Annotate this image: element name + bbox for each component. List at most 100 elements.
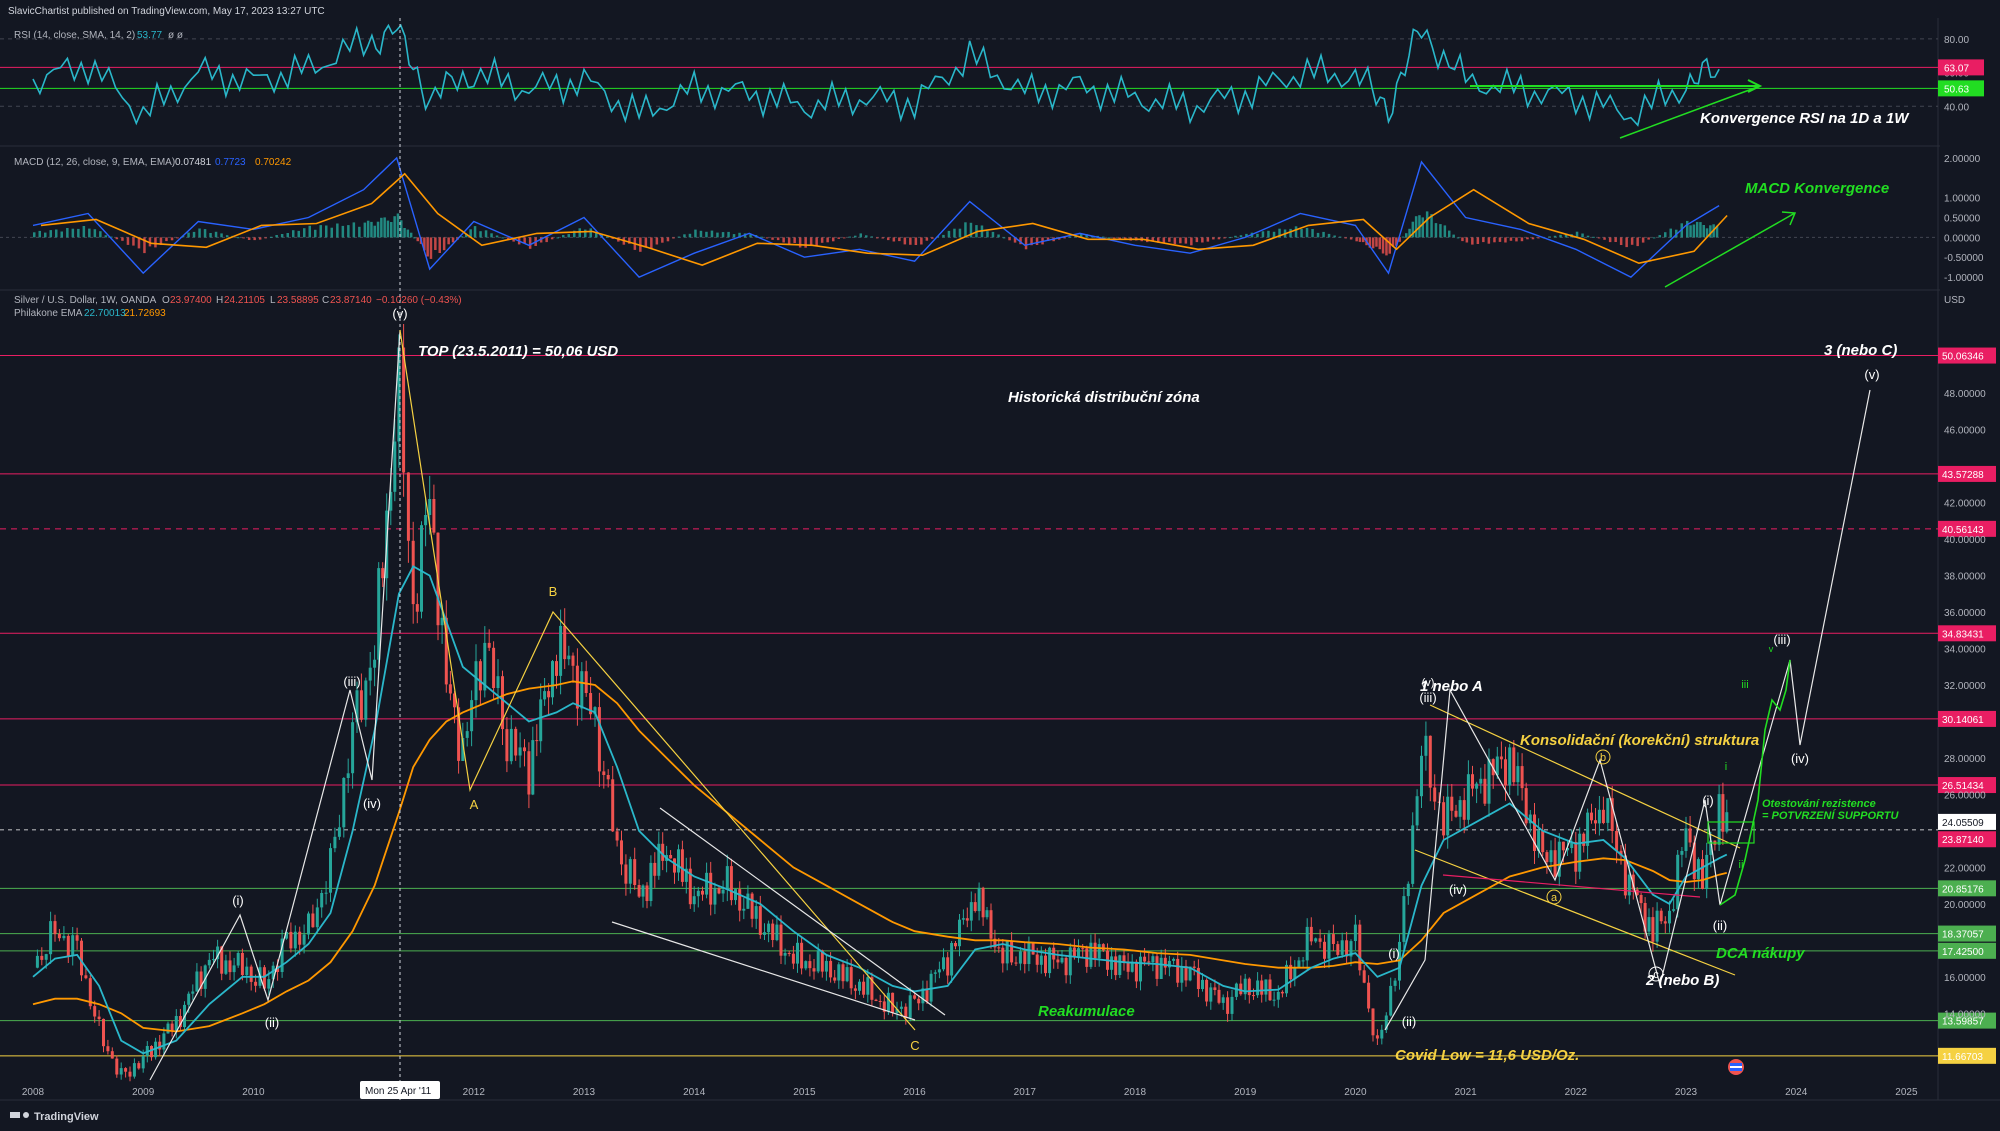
price-candle-body <box>1230 996 1234 1014</box>
macd-histogram-bar <box>826 237 829 243</box>
wave-label-iii-2020: (iii) <box>1419 690 1436 705</box>
price-candle-body <box>1064 957 1068 976</box>
macd-histogram-bar <box>1168 237 1171 242</box>
macd-histogram-bar <box>1371 237 1375 249</box>
price-axis-tick: 38.00000 <box>1944 572 1986 583</box>
wave-label-green-ii: ii <box>1739 859 1744 871</box>
price-candle-body <box>1402 896 1406 942</box>
price-candle-body <box>1446 796 1450 836</box>
level-label: 43.57288 <box>1942 470 1984 481</box>
macd-histogram-bar <box>1101 236 1105 238</box>
wave-label-ii-2020: (ii) <box>1402 1014 1416 1029</box>
macd-tick-label: 1.00000 <box>1944 194 1981 205</box>
macd-histogram-bar <box>192 231 196 238</box>
macd-histogram-bar <box>373 225 376 238</box>
price-candle-body <box>1167 960 1171 968</box>
price-candle-body <box>874 999 878 1001</box>
price-candle-body <box>1717 794 1721 845</box>
macd-tick-label: 0.50000 <box>1944 214 1981 225</box>
price-candle-body <box>1668 910 1671 924</box>
macd-histogram-bar <box>358 226 361 238</box>
price-candle-body <box>1192 966 1196 968</box>
price-candle-body <box>985 910 989 918</box>
price-candle-body <box>750 893 754 919</box>
macd-histogram-bar <box>1378 237 1381 250</box>
price-candle-body <box>364 680 368 720</box>
macd-histogram-bar <box>1261 231 1265 238</box>
price-candle-body <box>611 779 615 832</box>
macd-histogram-bar <box>1338 236 1342 238</box>
macd-histogram-bar <box>297 230 300 238</box>
macd-histogram-bar <box>1559 234 1562 238</box>
macd-histogram-bar <box>49 230 52 238</box>
annot-retest-line1: Otestování rezistence <box>1762 798 1876 810</box>
price-candle-body <box>1093 942 1097 959</box>
tradingview-logo-mark <box>10 1112 20 1118</box>
wave-label-iii-2024: (iii) <box>1773 632 1790 647</box>
annot-macd-convergence: MACD Konvergence <box>1745 180 1889 197</box>
price-candle-body <box>1205 979 1209 1002</box>
price-candle-body <box>624 864 628 884</box>
price-candle-body <box>1056 959 1060 963</box>
price-candle-body <box>606 775 610 780</box>
price-candle-body <box>775 924 779 941</box>
macd-histogram-bar <box>567 234 570 238</box>
price-candle-body <box>1260 980 1264 995</box>
wave-label-iv-2010: (iv) <box>363 796 381 811</box>
macd-histogram-bar <box>865 235 868 238</box>
macd-value-2: 0.7723 <box>215 157 246 168</box>
macd-histogram-bar <box>376 221 380 238</box>
macd-histogram-bar <box>380 217 383 238</box>
macd-histogram-bar <box>986 231 989 238</box>
macd-histogram-bar <box>286 233 289 238</box>
price-candle-body <box>40 955 44 960</box>
time-axis-tick: 2019 <box>1234 1087 1257 1098</box>
macd-histogram-bar <box>225 235 229 238</box>
price-candle-body <box>324 892 328 894</box>
ohlc-open-label: O <box>162 295 170 306</box>
time-axis-tick: 2021 <box>1454 1087 1477 1098</box>
published-caption: SlavicChartist published on TradingView.… <box>8 6 325 17</box>
price-candle-body <box>1027 942 1031 964</box>
macd-histogram-bar <box>1509 237 1513 241</box>
macd-histogram-bar <box>1375 237 1378 247</box>
price-axis-tick: 14.00000 <box>1944 1009 1986 1020</box>
price-candle-body <box>232 965 236 973</box>
price-candle-body <box>973 902 977 911</box>
annot-top: TOP (23.5.2011) = 50,06 USD <box>418 343 618 360</box>
price-candle-body <box>35 955 39 968</box>
price-candle-body <box>997 947 1001 949</box>
price-candle-body <box>1081 948 1085 950</box>
macd-histogram-bar <box>528 237 532 249</box>
price-candle-body <box>402 347 406 473</box>
price-candle-body <box>1318 938 1322 942</box>
macd-histogram-bar <box>1344 237 1347 239</box>
price-candle-body <box>1393 980 1397 986</box>
macd-histogram-bar <box>386 220 390 238</box>
price-candle-body <box>1314 938 1318 942</box>
price-candle-body <box>1272 999 1276 1001</box>
tradingview-logo <box>10 1112 29 1118</box>
macd-histogram-bar <box>953 228 956 238</box>
price-axis-tick: 32.00000 <box>1944 681 1986 692</box>
price-candle-body <box>1362 970 1366 983</box>
price-candle-body <box>478 661 482 691</box>
macd-histogram-bar <box>721 232 725 238</box>
macd-histogram-bar <box>1689 225 1692 238</box>
level-label: 11.66703 <box>1942 1052 1983 1063</box>
price-candle-body <box>1309 926 1313 942</box>
price-candle-body <box>637 885 641 897</box>
price-candle-body <box>212 959 215 961</box>
price-candle-body <box>1615 831 1619 851</box>
macd-histogram-bar <box>876 237 879 239</box>
macd-histogram-bar <box>837 237 840 239</box>
wave-label-i-2020: (i) <box>1388 946 1400 961</box>
macd-histogram-bar <box>942 234 945 238</box>
macd-histogram-bar <box>1608 237 1612 243</box>
wave-label-c: c <box>1653 969 1659 981</box>
price-candle-body <box>709 872 713 905</box>
price-candle-body <box>1627 874 1631 896</box>
macd-histogram-bar <box>1603 237 1606 240</box>
price-candle-body <box>1044 955 1047 974</box>
price-candle-body <box>1018 951 1022 964</box>
